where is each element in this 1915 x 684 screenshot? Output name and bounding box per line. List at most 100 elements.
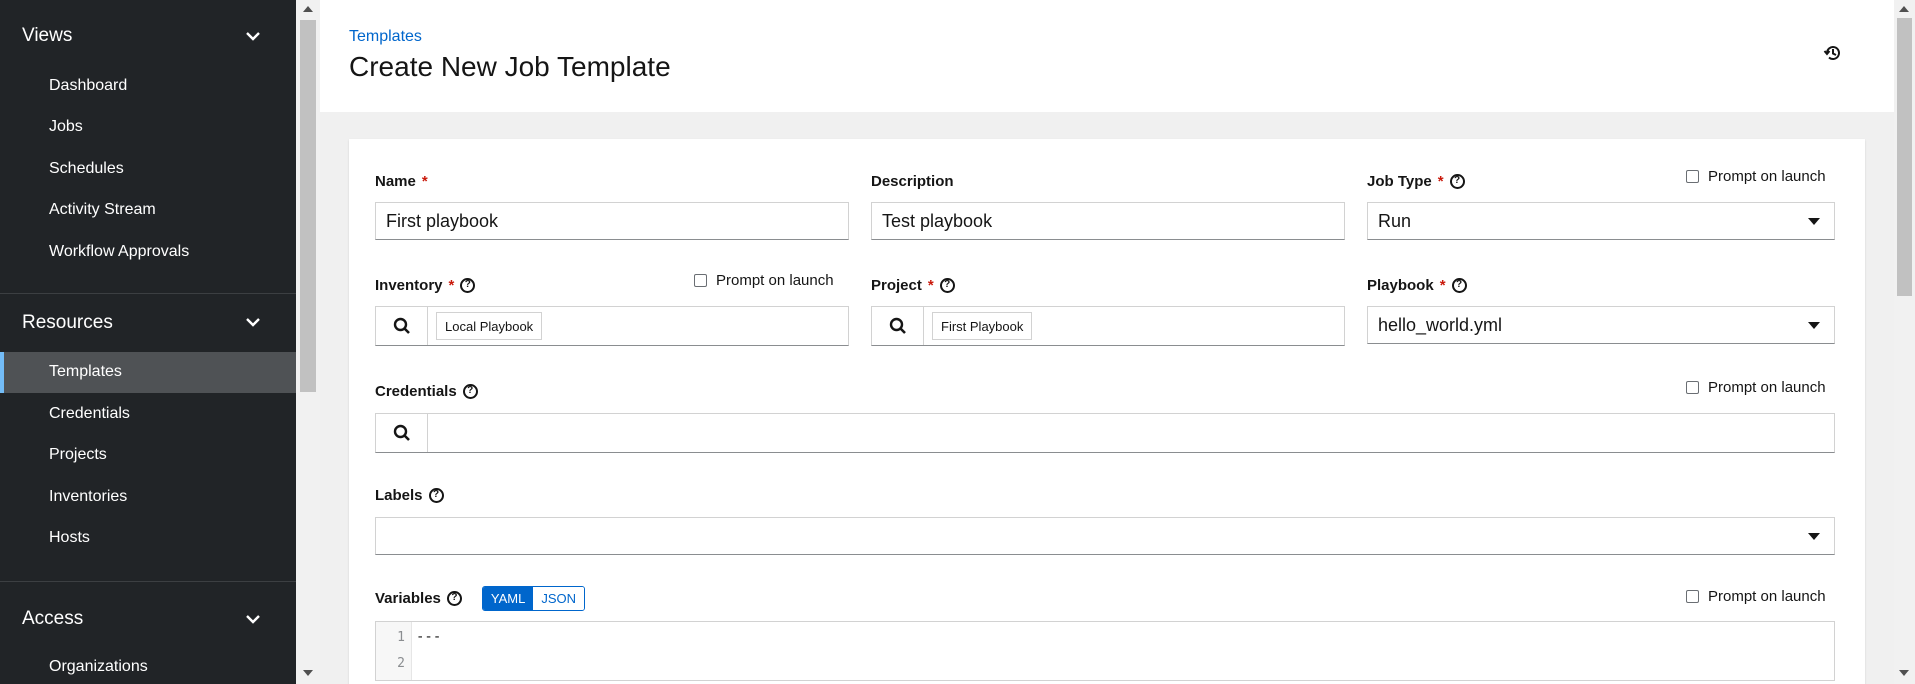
prompt-label: Prompt on launch <box>1708 379 1826 396</box>
sidebar-item-templates[interactable]: Templates <box>0 351 296 393</box>
playbook-value: hello_world.yml <box>1378 314 1503 335</box>
help-icon[interactable]: ? <box>460 277 476 293</box>
variables-field-label: Variables ? YAML JSON <box>375 585 585 611</box>
inventory-field-label: Inventory *? <box>375 275 476 295</box>
inventory-lookup[interactable]: Local Playbook <box>375 306 849 346</box>
prompt-checkbox[interactable] <box>1686 170 1699 183</box>
scrollbar-thumb[interactable] <box>300 20 316 392</box>
project-chip: First Playbook <box>932 312 1033 340</box>
page-title: Create New Job Template <box>349 51 671 82</box>
credentials-lookup[interactable] <box>375 413 1835 453</box>
sidebar-item-label: Organizations <box>49 657 148 675</box>
line-number-gutter: 1 2 <box>376 622 412 680</box>
project-field-label: Project *? <box>871 275 955 295</box>
prompt-checkbox[interactable] <box>1686 381 1699 394</box>
chevron-down-icon <box>246 316 260 330</box>
sidebar-item-activity-stream[interactable]: Activity Stream <box>0 190 296 232</box>
sidebar-item-dashboard[interactable]: Dashboard <box>0 65 296 107</box>
sidebar-item-inventories[interactable]: Inventories <box>0 476 296 518</box>
variables-prompt-on-launch: Prompt on launch <box>1686 588 1826 605</box>
search-icon[interactable] <box>376 307 428 345</box>
help-icon[interactable]: ? <box>939 277 955 293</box>
caret-down-icon <box>1808 532 1820 540</box>
name-label: Name <box>375 172 416 190</box>
variables-code-editor[interactable]: 1 2 --- <box>375 621 1835 681</box>
scroll-down-arrow-icon[interactable] <box>1899 670 1909 676</box>
sidebar-item-workflow-approvals[interactable]: Workflow Approvals <box>0 231 296 273</box>
yaml-toggle-button[interactable]: YAML <box>482 586 534 610</box>
chevron-down-icon <box>246 29 260 43</box>
playbook-select[interactable]: hello_world.yml <box>1367 306 1835 344</box>
scrollbar-thumb[interactable] <box>1897 18 1912 296</box>
chevron-down-icon <box>246 612 260 626</box>
project-lookup[interactable]: First Playbook <box>871 306 1345 346</box>
credentials-field-label: Credentials? <box>375 381 478 401</box>
nav-group-resources: Resources Templates Credentials Projects… <box>0 294 296 582</box>
labels-label: Labels <box>375 486 423 504</box>
labels-field-label: Labels? <box>375 485 444 505</box>
nav-group-header-resources[interactable]: Resources <box>0 294 296 352</box>
sidebar-item-label: Hosts <box>49 529 90 547</box>
prompt-label: Prompt on launch <box>1708 168 1826 185</box>
nav-group-label: Access <box>22 608 84 629</box>
name-field-label: Name * <box>375 171 428 191</box>
sidebar-item-projects[interactable]: Projects <box>0 435 296 477</box>
sidebar-item-label: Credentials <box>49 404 130 422</box>
nav-group-header-views[interactable]: Views <box>0 7 296 65</box>
scroll-up-arrow-icon[interactable] <box>1899 6 1909 12</box>
sidebar-item-hosts[interactable]: Hosts <box>0 518 296 560</box>
search-icon[interactable] <box>872 307 924 345</box>
help-icon[interactable]: ? <box>446 590 462 606</box>
prompt-checkbox[interactable] <box>694 274 707 287</box>
nav-group-views: Views Dashboard Jobs Schedules Activity … <box>0 7 296 294</box>
help-icon[interactable]: ? <box>462 383 478 399</box>
required-marker: * <box>1439 276 1446 294</box>
sidebar: Views Dashboard Jobs Schedules Activity … <box>0 0 296 684</box>
sidebar-item-credentials[interactable]: Credentials <box>0 393 296 435</box>
nav-group-header-access[interactable]: Access <box>0 590 296 648</box>
sidebar-item-organizations[interactable]: Organizations <box>0 646 296 684</box>
sidebar-scrollbar[interactable] <box>296 0 320 684</box>
description-input[interactable]: Test playbook <box>871 202 1345 240</box>
name-input[interactable]: First playbook <box>375 202 849 240</box>
prompt-label: Prompt on launch <box>716 272 834 289</box>
page-header: Templates Create New Job Template <box>320 0 1894 112</box>
prompt-checkbox[interactable] <box>1686 590 1699 603</box>
search-icon[interactable] <box>376 414 428 452</box>
help-icon[interactable]: ? <box>1451 277 1467 293</box>
sidebar-item-label: Inventories <box>49 487 128 505</box>
caret-down-icon <box>1808 321 1820 329</box>
help-icon[interactable]: ? <box>428 487 444 503</box>
history-icon[interactable] <box>1823 43 1845 65</box>
description-field-label: Description <box>871 171 954 191</box>
line-number: 2 <box>397 656 405 671</box>
scroll-down-arrow-icon[interactable] <box>303 670 313 676</box>
credentials-prompt-on-launch: Prompt on launch <box>1686 379 1826 396</box>
json-toggle-button[interactable]: JSON <box>533 586 584 610</box>
sidebar-item-label: Dashboard <box>49 76 128 94</box>
description-label: Description <box>871 172 954 190</box>
sidebar-item-schedules[interactable]: Schedules <box>0 148 296 190</box>
sidebar-item-label: Schedules <box>49 159 124 177</box>
required-marker: * <box>1437 172 1444 190</box>
nav-group-label: Resources <box>22 311 113 333</box>
inventory-chip: Local Playbook <box>436 312 543 340</box>
required-marker: * <box>927 276 934 294</box>
description-value: Test playbook <box>882 210 993 231</box>
scroll-up-arrow-icon[interactable] <box>303 6 313 12</box>
sidebar-item-jobs[interactable]: Jobs <box>0 107 296 149</box>
labels-select[interactable] <box>375 517 1835 555</box>
help-icon[interactable]: ? <box>1449 173 1465 189</box>
job-type-field-label: Job Type *? <box>1367 171 1465 191</box>
job-template-form: Name * First playbook Description Test pl… <box>349 139 1865 684</box>
code-line: --- <box>416 629 442 645</box>
required-marker: * <box>421 172 428 190</box>
name-value: First playbook <box>386 210 499 231</box>
breadcrumb-templates[interactable]: Templates <box>349 28 422 46</box>
nav-group-label: Views <box>22 25 73 46</box>
job-type-select[interactable]: Run <box>1367 202 1835 240</box>
page-scrollbar[interactable] <box>1894 0 1915 684</box>
nav-group-access: Access Organizations <box>0 590 296 684</box>
variables-mode-toggle: YAML JSON <box>481 585 585 611</box>
job-type-label: Job Type <box>1367 172 1432 190</box>
